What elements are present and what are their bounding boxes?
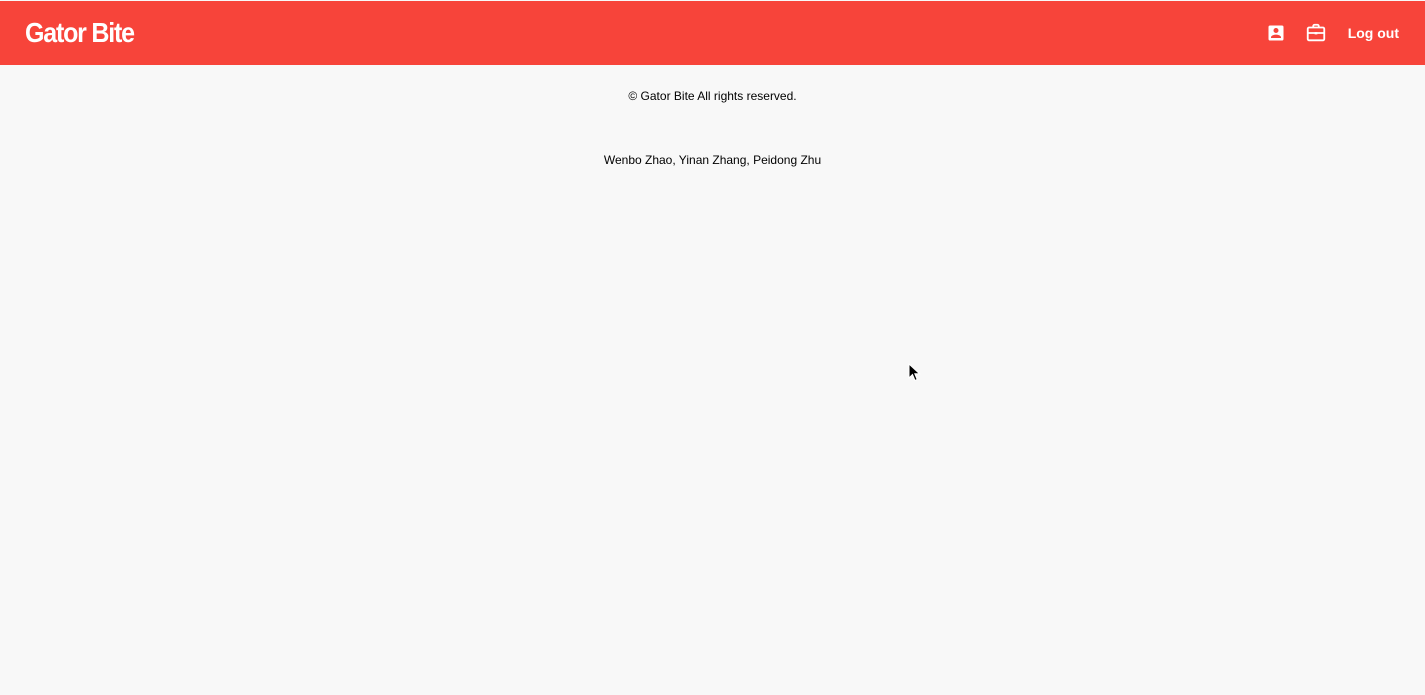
account-box-icon [1268,25,1284,41]
copyright-text: © Gator Bite All rights reserved. [628,89,797,103]
briefcase-icon [1306,23,1325,42]
logout-button[interactable]: Log out [1348,17,1399,49]
profile-button[interactable] [1256,13,1296,53]
business-button[interactable] [1296,13,1336,53]
brand-logo[interactable]: Gator Bite [25,18,135,47]
app-bar: Gator Bite Log out [0,1,1425,65]
page: Gator Bite Log out © Gator Bite All righ… [0,0,1425,695]
mouse-cursor-icon [908,363,921,382]
authors-text: Wenbo Zhao, Yinan Zhang, Peidong Zhu [603,153,822,167]
